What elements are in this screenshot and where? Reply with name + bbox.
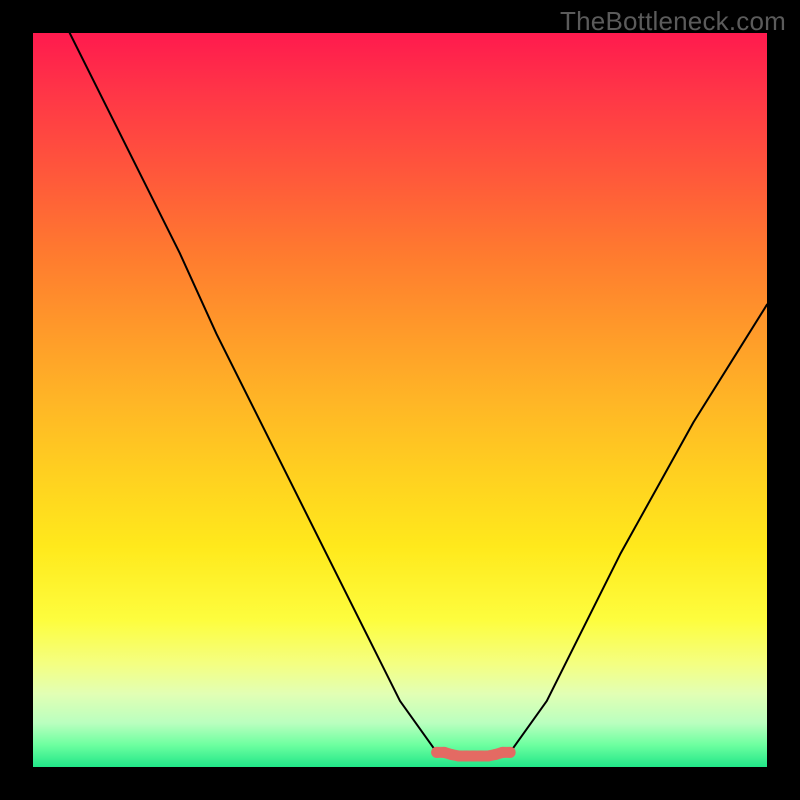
curve-layer (33, 33, 767, 767)
bottleneck-curve (70, 33, 767, 756)
plot-area (33, 33, 767, 767)
watermark-text: TheBottleneck.com (560, 6, 786, 37)
chart-frame: TheBottleneck.com (0, 0, 800, 800)
bottom-marker-dot (505, 747, 516, 758)
